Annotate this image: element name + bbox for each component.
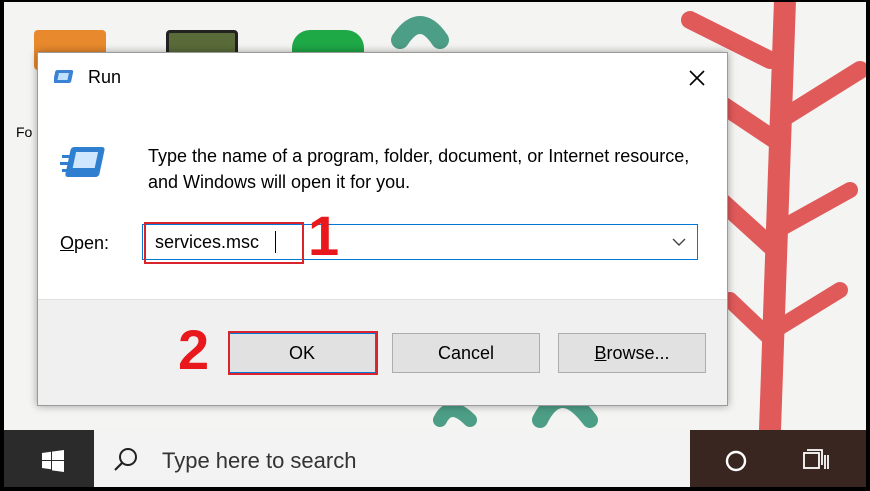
search-icon (114, 448, 137, 471)
step1-number: 1 (308, 204, 340, 267)
cortana-button[interactable] (706, 430, 766, 491)
open-label-text: pen: (74, 233, 110, 253)
text-caret (275, 231, 276, 253)
run-dialog: Run Type the name of a program, folder, … (37, 52, 728, 406)
browse-button[interactable]: Browse... (558, 333, 706, 373)
run-icon (60, 147, 105, 177)
browse-accelerator: B (594, 342, 607, 363)
browse-label: rowse... (606, 342, 670, 363)
taskbar-tray-area (690, 430, 870, 491)
start-button[interactable] (16, 430, 90, 491)
desktop-shortcut-label: Fo (16, 124, 33, 140)
open-label: Open: (60, 233, 109, 254)
open-label-accelerator: O (60, 233, 75, 253)
taskbar: Type here to search (0, 430, 870, 491)
ok-button[interactable]: OK (228, 333, 376, 373)
close-icon (689, 70, 705, 86)
title-bar[interactable]: Run (38, 53, 727, 103)
search-placeholder: Type here to search (162, 448, 357, 473)
open-input[interactable]: services.msc (155, 232, 259, 253)
cancel-button[interactable]: Cancel (392, 333, 540, 373)
taskbar-search-box[interactable]: Type here to search (94, 430, 690, 491)
task-view-icon (803, 448, 829, 469)
instructions-text: Type the name of a program, folder, docu… (148, 146, 690, 192)
chevron-down-icon (672, 238, 686, 246)
open-combobox[interactable]: services.msc (142, 224, 698, 260)
run-icon (54, 70, 74, 83)
task-view-button[interactable] (786, 430, 846, 491)
close-button[interactable] (667, 53, 727, 103)
dialog-body (38, 103, 727, 300)
dialog-title: Run (88, 67, 122, 87)
cortana-circle-icon (725, 450, 747, 471)
dropdown-button[interactable] (661, 225, 697, 259)
step2-number: 2 (178, 318, 210, 381)
windows-start-icon (42, 449, 64, 472)
